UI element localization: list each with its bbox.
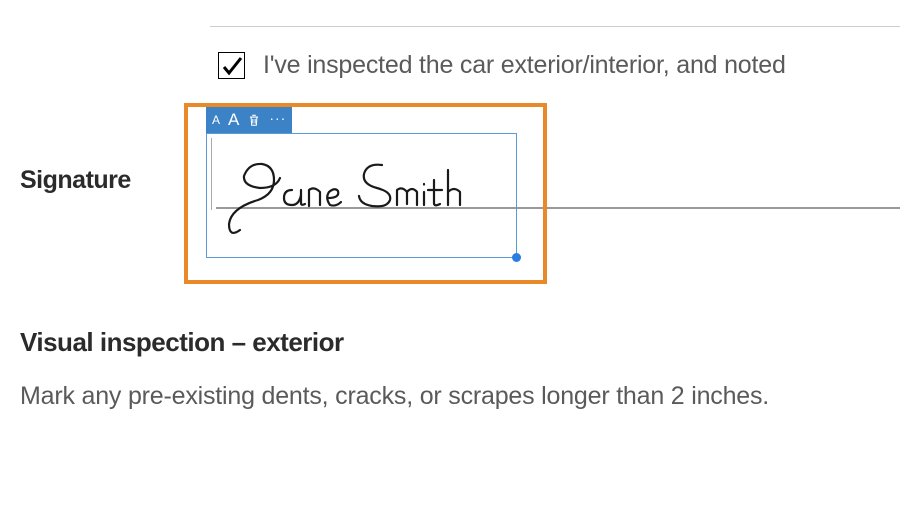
signature-toolbar: A A ··· <box>206 107 292 133</box>
font-size-large-button[interactable]: A <box>228 110 239 130</box>
signature-row: Signature <box>20 166 171 195</box>
font-size-small-button[interactable]: A <box>212 113 220 127</box>
section-heading: Visual inspection – exterior <box>20 327 344 358</box>
top-field-border <box>210 26 900 27</box>
delete-button[interactable] <box>247 113 261 127</box>
more-options-button[interactable]: ··· <box>269 111 286 129</box>
inspected-checkbox[interactable] <box>218 52 245 79</box>
inspected-checkbox-label: I've inspected the car exterior/interior… <box>263 51 786 80</box>
signature-label: Signature <box>20 166 131 195</box>
resize-handle[interactable] <box>512 253 521 262</box>
signature-text-cursor-edge <box>211 138 212 210</box>
check-icon <box>220 54 244 78</box>
section-body-text: Mark any pre-existing dents, cracks, or … <box>20 382 769 411</box>
trash-icon <box>247 113 261 127</box>
signature-field[interactable] <box>222 148 502 243</box>
signature-handwriting <box>222 148 502 238</box>
inspection-checkbox-row: I've inspected the car exterior/interior… <box>218 51 786 80</box>
